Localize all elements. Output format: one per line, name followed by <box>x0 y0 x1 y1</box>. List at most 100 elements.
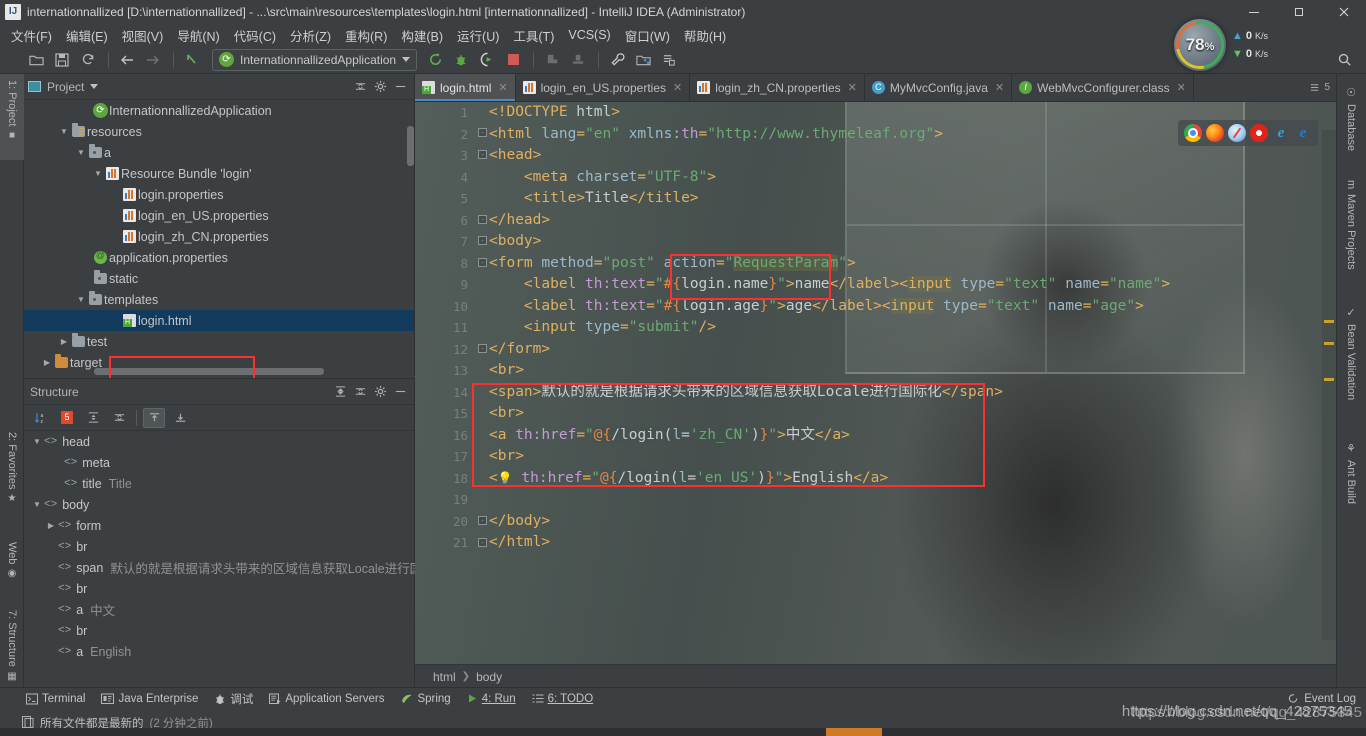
tab-overflow-button[interactable]: 5 <box>1310 74 1336 101</box>
structure-item-a-zh[interactable]: <> a 中文 <box>24 599 414 620</box>
menu-run[interactable]: 运行(U) <box>450 24 506 47</box>
sidebar-item-favorites[interactable]: 2: Favorites ★ <box>0 426 24 526</box>
structure-tree[interactable]: ▼ <> head <> meta <> title Title ▼ <> bo… <box>24 431 422 662</box>
gear-icon[interactable] <box>370 382 390 402</box>
tool-button-run[interactable]: 4: Run <box>467 693 516 705</box>
code-lines[interactable]: <!DOCTYPE html> <html lang="en" xmlns:th… <box>489 102 1336 664</box>
tree-item-login-html[interactable]: login.html <box>24 310 414 331</box>
sidebar-item-project[interactable]: 1: Project ■ <box>0 74 24 160</box>
build-project-icon[interactable] <box>540 48 564 72</box>
scroll-to-source-icon[interactable] <box>169 408 191 428</box>
menu-help[interactable]: 帮助(H) <box>677 24 733 47</box>
tool-button-todo[interactable]: 6: TODO <box>532 693 593 705</box>
tool-button-application-servers[interactable]: Application Servers <box>269 693 384 705</box>
menu-tools[interactable]: 工具(T) <box>506 24 561 47</box>
safari-icon[interactable] <box>1228 124 1246 142</box>
forward-arrow-icon[interactable] <box>141 48 165 72</box>
chevron-expanded-icon[interactable]: ▼ <box>58 127 70 136</box>
sidebar-item-maven-projects[interactable]: m Maven Projects <box>1336 174 1366 292</box>
code-line-10[interactable]: <label th:text="#{login.age}">age</label… <box>489 296 1336 318</box>
tool-button-terminal[interactable]: Terminal <box>26 693 85 705</box>
code-line-11[interactable]: <input type="submit"/> <box>489 317 1336 339</box>
structure-item-a-en[interactable]: <> a English <box>24 641 414 662</box>
code-line-8[interactable]: <form method="post" action="RequestParam… <box>489 253 1336 275</box>
system-monitor-widget[interactable]: 78% ▲ 0 K/s ▼ 0 K/s <box>1174 18 1294 72</box>
tool-button-spring[interactable]: Spring <box>400 693 451 705</box>
code-line-6[interactable]: </head> <box>489 210 1336 232</box>
code-line-12[interactable]: </form> <box>489 339 1336 361</box>
fold-marker-body[interactable]: - <box>478 236 487 245</box>
breadcrumb-item-html[interactable]: html <box>433 670 456 684</box>
menu-navigate[interactable]: 导航(N) <box>170 24 226 47</box>
chevron-collapsed-icon[interactable]: ▶ <box>44 521 58 530</box>
tree-item-application[interactable]: InternationnallizedApplication <box>24 100 414 121</box>
warning-marker[interactable] <box>1324 342 1334 345</box>
tree-item-application-properties[interactable]: application.properties <box>24 247 414 268</box>
tab-login-html[interactable]: login.html ✕ <box>415 74 516 101</box>
edge-icon[interactable]: e <box>1294 124 1312 142</box>
tool-button-java-enterprise[interactable]: Java Enterprise <box>101 693 198 705</box>
close-icon[interactable]: ✕ <box>995 81 1004 94</box>
rerun-icon[interactable] <box>423 48 447 72</box>
fold-marker-html[interactable]: - <box>478 128 487 137</box>
project-tree[interactable]: InternationnallizedApplication ▼ resourc… <box>24 100 414 376</box>
tab-login-en-us-properties[interactable]: login_en_US.properties ✕ <box>516 74 691 101</box>
close-icon[interactable]: ✕ <box>848 81 857 94</box>
structure-item-form[interactable]: ▶ <> form <box>24 515 414 536</box>
sidebar-item-database[interactable]: ☉ Database <box>1336 80 1366 166</box>
chevron-expanded-icon[interactable]: ▼ <box>75 295 87 304</box>
code-folding-column[interactable]: - - - - - - - - <box>477 102 487 664</box>
tab-mymvcconfig-java[interactable]: C MyMvcConfig.java ✕ <box>865 74 1013 101</box>
project-tree-vertical-scrollbar[interactable] <box>407 126 414 166</box>
structure-item-br-1[interactable]: <> br <box>24 536 414 557</box>
tab-login-zh-cn-properties[interactable]: login_zh_CN.properties ✕ <box>690 74 865 101</box>
fold-marker-form[interactable]: - <box>478 258 487 267</box>
tree-item-login-en-us-properties[interactable]: login_en_US.properties <box>24 205 414 226</box>
menu-code[interactable]: 代码(C) <box>227 24 283 47</box>
collapse-all-icon[interactable] <box>350 382 370 402</box>
chevron-collapsed-icon[interactable]: ▶ <box>41 358 53 367</box>
close-icon[interactable]: ✕ <box>1177 81 1186 94</box>
code-line-19[interactable] <box>489 489 1336 511</box>
taskbar-active-app[interactable] <box>826 728 882 736</box>
sidebar-item-web[interactable]: Web ◉ <box>0 536 24 598</box>
tree-item-login-properties[interactable]: login.properties <box>24 184 414 205</box>
chevron-expanded-icon[interactable]: ▼ <box>30 437 44 446</box>
code-line-5[interactable]: <title>Title</title> <box>489 188 1336 210</box>
code-line-15[interactable]: <br> <box>489 403 1336 425</box>
sync-refresh-icon[interactable] <box>76 48 100 72</box>
code-editor[interactable]: 1 2 3 4 5 6 7 8 9 10 11 12 13 14 15 16 1… <box>415 102 1336 664</box>
fold-marker-html-end[interactable]: - <box>478 538 487 547</box>
structure-item-meta[interactable]: <> meta <box>24 452 414 473</box>
undo-icon[interactable] <box>180 48 204 72</box>
error-stripe-marker-bar[interactable] <box>1322 130 1336 640</box>
structure-item-br-3[interactable]: <> br <box>24 620 414 641</box>
tree-item-resource-bundle-login[interactable]: ▼ Resource Bundle 'login' <box>24 163 414 184</box>
tool-button-debug[interactable]: 调试 <box>214 691 253 707</box>
code-line-14[interactable]: <span>默认的就是根据请求头带来的区域信息获取Locale进行国际化</sp… <box>489 382 1336 404</box>
collapse-all-icon[interactable] <box>108 408 130 428</box>
gear-icon[interactable] <box>370 77 390 97</box>
run-configuration-selector[interactable]: InternationnallizedApplication <box>212 48 418 71</box>
project-tree-horizontal-scrollbar[interactable] <box>94 368 324 375</box>
collapse-all-icon[interactable] <box>350 77 370 97</box>
code-line-17[interactable]: <br> <box>489 446 1336 468</box>
sort-alphabetically-icon[interactable]: az <box>30 408 52 428</box>
code-line-7[interactable]: <body> <box>489 231 1336 253</box>
code-line-13[interactable]: <br> <box>489 360 1336 382</box>
search-everywhere-icon[interactable] <box>1332 48 1356 72</box>
stop-icon[interactable] <box>501 48 525 72</box>
scroll-from-source-icon[interactable] <box>143 407 165 428</box>
project-structure-icon[interactable] <box>631 48 655 72</box>
code-line-21[interactable]: </html> <box>489 532 1336 554</box>
firefox-icon[interactable] <box>1206 124 1224 142</box>
expand-all-icon[interactable] <box>82 408 104 428</box>
chevron-down-icon[interactable] <box>90 84 99 89</box>
chevron-collapsed-icon[interactable]: ▶ <box>58 337 70 346</box>
tree-item-login-zh-cn-properties[interactable]: login_zh_CN.properties <box>24 226 414 247</box>
menu-file[interactable]: 文件(F) <box>4 24 59 47</box>
chevron-expanded-icon[interactable]: ▼ <box>30 500 44 509</box>
menu-vcs[interactable]: VCS(S) <box>561 26 617 44</box>
chevron-expanded-icon[interactable]: ▼ <box>92 169 104 178</box>
code-line-20[interactable]: </body> <box>489 511 1336 533</box>
